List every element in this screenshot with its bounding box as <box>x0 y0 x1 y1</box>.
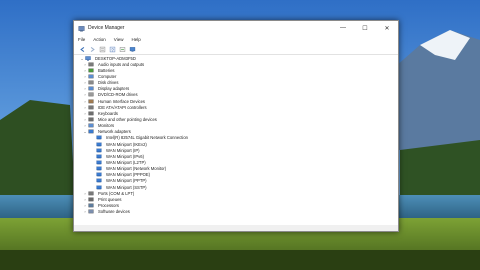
tree-category-label: Processors <box>98 202 119 208</box>
back-icon <box>79 46 84 52</box>
tree-category-label: Print queues <box>98 196 122 202</box>
network-adapter-icon <box>96 142 102 146</box>
monitor-icon <box>129 46 135 52</box>
forward-icon <box>90 46 95 52</box>
tree-category[interactable]: › Software devices <box>74 209 398 215</box>
tree-device-label: WAN Miniport (IPv6) <box>106 153 145 159</box>
tree-category-label: Display adapters <box>98 86 130 92</box>
help-icon: ? <box>109 46 115 52</box>
hid-icon <box>88 99 94 103</box>
ide-icon <box>88 105 94 109</box>
properties-icon <box>99 46 105 52</box>
computer-icon <box>88 74 94 79</box>
tree-device-label: WAN Miniport (Network Monitor) <box>106 166 167 172</box>
tree-category-label: Software devices <box>98 209 130 215</box>
minimize-button[interactable]: — <box>332 21 354 35</box>
device-tree: ⌄ DESKTOP-ADM3F5D › Audio inputs and out… <box>74 55 398 231</box>
tree-category-label: Mice and other pointing devices <box>98 116 157 122</box>
toolbar: ? <box>74 44 398 55</box>
help-button[interactable]: ? <box>108 45 116 53</box>
maximize-button[interactable]: ☐ <box>354 21 376 35</box>
software-icon <box>88 209 94 214</box>
tree-device-label: WAN Miniport (PPPOE) <box>106 172 151 178</box>
tree-category-label: Human Interface Devices <box>98 98 146 104</box>
tree-category-label: Computer <box>98 73 117 79</box>
back-button[interactable] <box>78 45 86 53</box>
update-driver-icon <box>119 46 125 52</box>
properties-button[interactable] <box>98 45 106 53</box>
tree-category-label: Audio inputs and outputs <box>98 61 145 67</box>
tree-device-label: WAN Miniport (L2TP) <box>106 159 146 165</box>
scan-hardware-button[interactable] <box>128 45 136 53</box>
menu-help[interactable]: Help <box>131 37 140 42</box>
network-adapter-icon <box>96 160 102 165</box>
update-driver-button[interactable] <box>118 45 126 53</box>
network-adapter-icon <box>96 172 102 177</box>
network-adapter-icon <box>96 185 102 189</box>
tree-device-label: WAN Miniport (IP) <box>106 147 140 153</box>
menu-bar: File Action View Help <box>74 35 398 44</box>
tree-device-label: WAN Miniport (PPTP) <box>106 178 147 184</box>
network-adapter-icon <box>96 166 102 171</box>
processor-icon <box>88 203 94 208</box>
tree-category-label: Ports (COM & LPT) <box>98 190 135 196</box>
battery-icon <box>88 68 94 73</box>
tree-device-label: WAN Miniport (SSTP) <box>106 184 147 190</box>
port-icon <box>88 191 94 195</box>
printer-icon <box>88 197 94 202</box>
mouse-icon <box>88 117 94 122</box>
tree-category-label: Monitors <box>98 123 115 129</box>
tree-category-label: Keyboards <box>98 110 119 116</box>
network-adapter-icon <box>96 136 102 140</box>
keyboard-icon <box>88 111 94 116</box>
menu-view[interactable]: View <box>114 37 124 42</box>
forward-button[interactable] <box>88 45 96 53</box>
tree-root-label: DESKTOP-ADM3F5D <box>95 55 136 61</box>
tree-device-label: Intel(R) 82574L Gigabit Network Connecti… <box>106 135 189 141</box>
display-icon <box>88 86 94 91</box>
tree-category-label: Batteries <box>98 67 115 73</box>
tree-category-label: Disk drives <box>98 80 119 86</box>
device-manager-icon <box>78 25 85 31</box>
horizontal-scrollbar[interactable] <box>74 225 398 231</box>
disk-icon <box>88 80 94 85</box>
network-adapter-icon <box>96 148 102 152</box>
tree-category-label: Network adapters <box>98 129 131 135</box>
speaker-icon <box>88 62 94 66</box>
network-adapter-icon <box>96 179 102 183</box>
computer-icon <box>85 55 91 61</box>
tree-category-label: DVD/CD-ROM drives <box>98 92 138 98</box>
dvd-icon <box>88 92 94 97</box>
network-adapter-icon <box>96 154 102 159</box>
network-icon <box>88 129 94 134</box>
device-manager-window: Device Manager — ☐ ✕ File Action View He… <box>73 20 399 232</box>
title-bar[interactable]: Device Manager — ☐ ✕ <box>74 21 398 35</box>
menu-action[interactable]: Action <box>93 37 106 42</box>
tree-category-label: IDE ATA/ATAPI controllers <box>98 104 147 110</box>
tree-device-label: WAN Miniport (IKEv2) <box>106 141 147 147</box>
close-button[interactable]: ✕ <box>376 21 398 35</box>
window-title: Device Manager <box>88 25 125 31</box>
menu-file[interactable]: File <box>78 37 85 42</box>
monitor-icon <box>88 123 94 128</box>
